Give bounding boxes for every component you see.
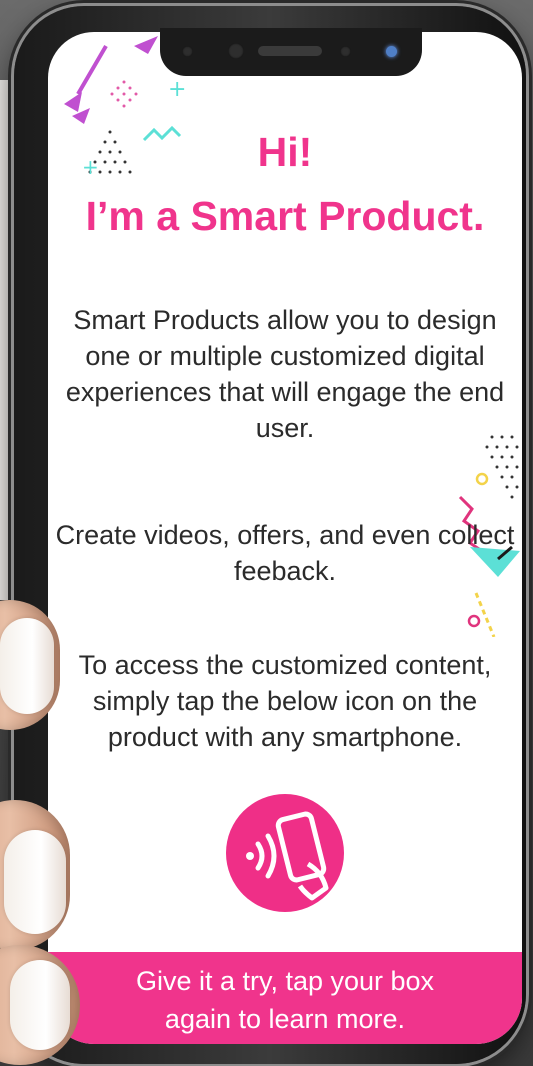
headline-title: I’m a Smart Product. (85, 193, 485, 239)
photo-scene: + + Hi! I’m a Smart Product. Smart Produ… (0, 0, 533, 1066)
fingernail (10, 960, 70, 1050)
fingernail (0, 618, 54, 714)
nfc-tap-phone-icon[interactable] (226, 794, 344, 912)
nfc-tap-icon-graphic (246, 811, 329, 901)
phone-screen: + + Hi! I’m a Smart Product. Smart Produ… (48, 32, 522, 1044)
footer-line-1: Give it a try, tap your box (135, 966, 435, 996)
footer-line-2: again to learn more. (164, 1004, 406, 1034)
instructions-paragraph: To access the customized content, simply… (78, 650, 492, 752)
smartphone-frame: + + Hi! I’m a Smart Product. Smart Produ… (14, 6, 526, 1064)
headline-greeting: Hi! (257, 129, 313, 175)
intro-paragraph: Smart Products allow you to design one o… (65, 305, 505, 443)
sensor-dot (182, 46, 193, 57)
earpiece-speaker (258, 46, 322, 56)
front-camera (228, 43, 244, 59)
proximity-sensor (386, 46, 397, 57)
svg-text:+: + (168, 77, 186, 102)
sensor-dot (340, 46, 351, 57)
features-paragraph: Create videos, offers, and even collect … (55, 520, 515, 586)
footer-banner: Give it a try, tap your box again to lea… (48, 952, 522, 1044)
phone-notch (160, 28, 422, 76)
fingernail (4, 830, 66, 934)
